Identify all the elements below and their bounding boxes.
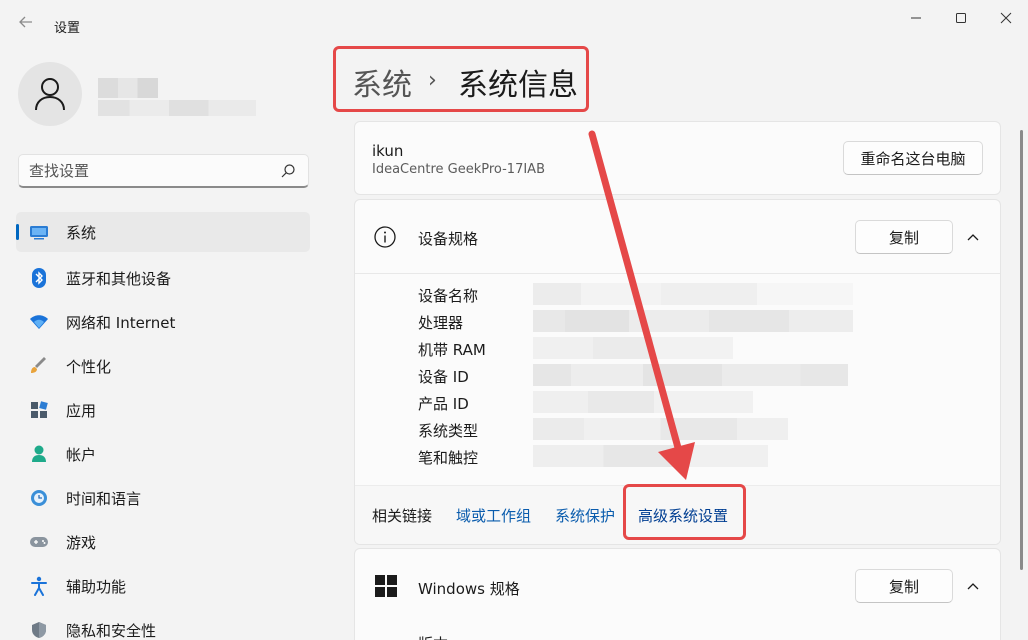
user-email-redacted xyxy=(98,100,256,116)
copy-windows-specs-button[interactable]: 复制 xyxy=(855,569,953,603)
redacted-value xyxy=(533,283,853,305)
breadcrumb-separator: › xyxy=(428,68,437,93)
sidebar-item-label: 蓝牙和其他设备 xyxy=(66,269,172,288)
search-icon[interactable] xyxy=(280,163,296,179)
close-button[interactable] xyxy=(988,4,1024,32)
sidebar-item-personalization[interactable]: 个性化 xyxy=(16,344,310,388)
device-specs-body: 设备名称 处理器 机带 RAM 设备 ID 产品 ID 系统类型 笔和触控 xyxy=(355,275,1000,485)
clock-globe-icon xyxy=(28,487,50,509)
shield-icon xyxy=(28,619,50,640)
redacted-value xyxy=(533,391,753,413)
sidebar-item-label: 游戏 xyxy=(66,533,97,552)
spec-label-device-name: 设备名称 xyxy=(418,287,479,305)
redacted-value xyxy=(533,445,768,467)
windows-logo-icon xyxy=(375,575,397,597)
sidebar-item-privacy[interactable]: 隐私和安全性 xyxy=(16,608,310,640)
sidebar-nav: 系统 蓝牙和其他设备 网络和 Internet 个性化 应用 帐户 时间和语言 … xyxy=(16,212,310,640)
user-name-redacted xyxy=(98,78,158,98)
spec-label-processor: 处理器 xyxy=(418,314,464,332)
related-links-label: 相关链接 xyxy=(372,507,433,525)
device-specs-header[interactable]: 设备规格 复制 xyxy=(355,200,1000,274)
gamepad-icon xyxy=(28,531,50,553)
breadcrumb-parent[interactable]: 系统 xyxy=(352,60,412,104)
redacted-value xyxy=(533,418,788,440)
sidebar-item-label: 网络和 Internet xyxy=(66,313,176,332)
link-domain-workgroup[interactable]: 域或工作组 xyxy=(456,505,531,526)
pc-name: ikun xyxy=(372,142,404,160)
spec-label-product-id: 产品 ID xyxy=(418,395,469,413)
pc-model: IdeaCentre GeekPro-17IAB xyxy=(372,162,545,177)
back-arrow-icon[interactable] xyxy=(16,14,36,34)
search-input[interactable] xyxy=(29,160,269,182)
sidebar-item-bluetooth[interactable]: 蓝牙和其他设备 xyxy=(16,256,310,300)
wifi-icon xyxy=(28,311,50,333)
brush-icon xyxy=(28,355,50,377)
pc-name-card: ikun IdeaCentre GeekPro-17IAB 重命名这台电脑 xyxy=(354,121,1001,195)
sidebar-item-label: 帐户 xyxy=(66,445,97,464)
sidebar-item-accessibility[interactable]: 辅助功能 xyxy=(16,564,310,608)
redacted-value xyxy=(533,364,848,386)
scrollbar[interactable] xyxy=(1020,130,1023,570)
windows-specs-card: Windows 规格 复制 版本 xyxy=(354,548,1001,640)
page-title: 系统信息 xyxy=(458,68,578,103)
link-system-protection[interactable]: 系统保护 xyxy=(555,505,615,526)
windows-specs-title: Windows 规格 xyxy=(418,580,520,598)
title-bar: 设置 xyxy=(0,0,1028,48)
spec-label-device-id: 设备 ID xyxy=(418,368,469,386)
spec-label-ram: 机带 RAM xyxy=(418,341,486,359)
active-indicator xyxy=(16,224,19,240)
spec-label-system-type: 系统类型 xyxy=(418,422,479,440)
spec-label-edition: 版本 xyxy=(418,633,448,640)
accessibility-icon xyxy=(28,575,50,597)
search-box[interactable] xyxy=(18,154,309,188)
sidebar-item-accounts[interactable]: 帐户 xyxy=(16,432,310,476)
copy-device-specs-button[interactable]: 复制 xyxy=(855,220,953,254)
advanced-settings-highlight-box xyxy=(623,484,746,540)
sidebar-item-gaming[interactable]: 游戏 xyxy=(16,520,310,564)
user-icon xyxy=(35,78,65,111)
redacted-value xyxy=(533,337,733,359)
account-icon xyxy=(28,443,50,465)
minimize-button[interactable] xyxy=(898,4,934,32)
sidebar-item-system[interactable]: 系统 xyxy=(16,212,310,252)
sidebar-item-label: 个性化 xyxy=(66,357,112,376)
sidebar-item-network[interactable]: 网络和 Internet xyxy=(16,300,310,344)
chevron-up-icon[interactable] xyxy=(965,230,981,246)
bluetooth-icon xyxy=(28,267,50,289)
system-icon xyxy=(28,221,50,243)
spec-label-pen-touch: 笔和触控 xyxy=(418,449,479,467)
maximize-button[interactable] xyxy=(943,4,979,32)
chevron-up-icon[interactable] xyxy=(965,579,981,595)
info-icon xyxy=(374,226,396,248)
sidebar-item-label: 系统 xyxy=(66,223,97,242)
rename-pc-button[interactable]: 重命名这台电脑 xyxy=(843,141,983,175)
sidebar-item-label: 辅助功能 xyxy=(66,577,127,596)
sidebar-item-apps[interactable]: 应用 xyxy=(16,388,310,432)
sidebar-item-label: 隐私和安全性 xyxy=(66,621,157,640)
device-specs-title: 设备规格 xyxy=(418,230,479,248)
sidebar-item-time-language[interactable]: 时间和语言 xyxy=(16,476,310,520)
redacted-value xyxy=(533,310,853,332)
sidebar-item-label: 时间和语言 xyxy=(66,489,142,508)
avatar[interactable] xyxy=(18,62,82,126)
apps-icon xyxy=(28,399,50,421)
sidebar-item-label: 应用 xyxy=(66,401,97,420)
app-title: 设置 xyxy=(54,21,81,36)
